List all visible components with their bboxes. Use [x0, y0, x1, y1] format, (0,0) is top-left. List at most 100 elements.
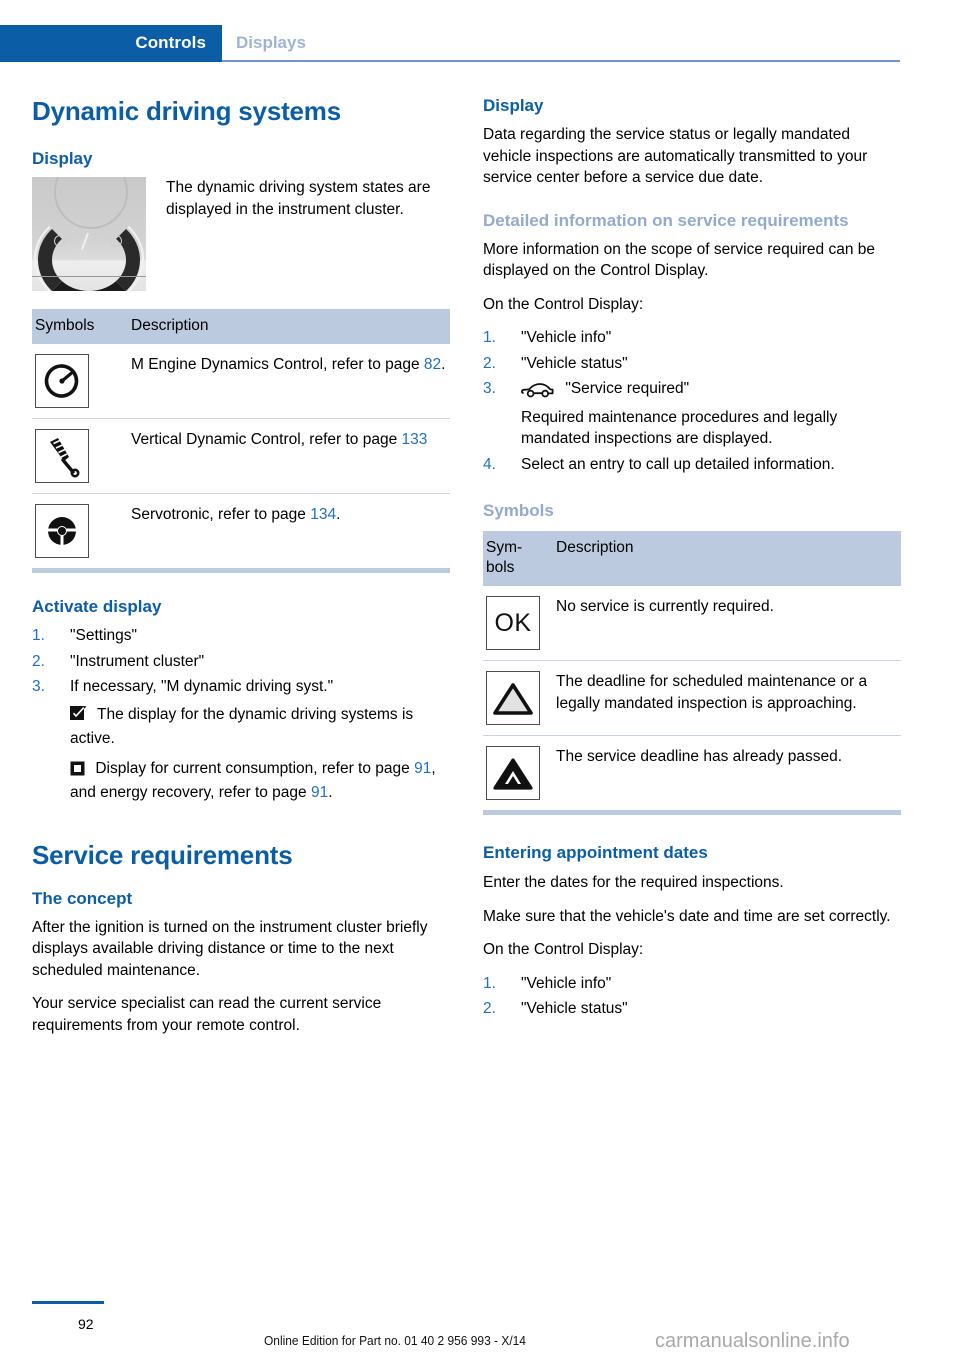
lead-control-display-2: On the Control Display:: [483, 941, 644, 958]
cell-description: Servotronic, refer to page 134.: [131, 494, 450, 569]
appointment-steps: 1. "Vehicle info" 2. "Vehicle status": [483, 973, 901, 1020]
mode-label-sport: Sport: [72, 255, 87, 261]
table-header-row: Symbols Description: [32, 309, 450, 344]
detailed-steps: 1. "Vehicle info" 2. "Vehicle status" 3.…: [483, 327, 901, 475]
table-row: OK No service is currently required.: [483, 586, 901, 661]
heading-activate-display: Activate display: [32, 597, 162, 616]
empty-box-icon-glyph: [70, 761, 85, 775]
mode-icon-left: [54, 235, 66, 247]
table-row: Vertical Dynamic Control, refer to page …: [32, 418, 450, 494]
paragraph-concept-1: After the ignition is turned on the inst…: [32, 918, 428, 979]
step-number: 3.: [32, 678, 45, 695]
list-item: 3. If necessary, "M dynamic driving syst…: [32, 676, 450, 698]
left-column: Dynamic driving systems Display Sport Th…: [32, 96, 450, 1048]
footer-divider: [32, 1301, 104, 1304]
list-item: 2. "Vehicle status": [483, 353, 901, 375]
lead-control-display-1: On the Control Display:: [483, 295, 644, 313]
list-item: 1. "Vehicle info": [483, 327, 901, 349]
step-text: "Service required": [565, 380, 690, 397]
mode-arc-highlight: [34, 211, 144, 291]
steering-wheel-icon-glyph: [46, 517, 78, 547]
cell-symbol: [32, 418, 131, 494]
triangle-outline-icon: [486, 671, 540, 725]
step-text: "Vehicle status": [521, 1000, 628, 1017]
paragraph-detailed: More information on the scope of service…: [483, 240, 876, 280]
list-item: 2. "Vehicle status": [483, 998, 901, 1020]
page-reference[interactable]: 134: [310, 506, 336, 523]
empty-box-icon: [70, 761, 85, 783]
step-number: 2.: [483, 1000, 496, 1017]
ok-icon: OK: [486, 596, 540, 650]
col-header-symbols: Sym- bols: [483, 531, 556, 586]
step-number: 1.: [483, 974, 496, 992]
symbols-table-service: Sym- bols Description OK No service is c…: [483, 531, 901, 810]
paragraph-appointment-1: Enter the dates for the required inspect…: [483, 874, 784, 891]
instrument-cluster-photo: Sport: [32, 177, 146, 291]
cell-symbol: [32, 494, 131, 569]
footer-edition-text: Online Edition for Part no. 01 40 2 956 …: [264, 1333, 526, 1348]
cell-symbol: [483, 736, 556, 811]
car-icon-glyph: [521, 383, 554, 398]
page-reference[interactable]: 133: [402, 431, 428, 448]
step-number: 4.: [483, 455, 496, 473]
note-checked-text: The display for the dynamic driving syst…: [70, 705, 414, 748]
section-title-service-requirements: Service requirements: [32, 839, 293, 870]
step-number: 2.: [483, 354, 496, 372]
heading-symbols: Symbols: [483, 501, 554, 520]
heading-display-left: Display: [32, 149, 93, 168]
table-header-row: Sym- bols Description: [483, 531, 901, 586]
cell-symbol: OK: [483, 586, 556, 661]
col-header-description: Description: [556, 531, 901, 586]
cell-description: M Engine Dynamics Control, refer to page…: [131, 344, 450, 419]
cell-symbol: [32, 344, 131, 419]
tab-controls[interactable]: Controls: [0, 25, 222, 62]
page-title: Dynamic driving systems: [32, 96, 341, 126]
symbols-table-dynamic-driving: Symbols Description M Engine Dynamics Co…: [32, 309, 450, 568]
note-unchecked: Display for current consumption, refer t…: [32, 758, 450, 804]
desc-text-after: .: [336, 506, 341, 523]
tab-displays[interactable]: Displays: [236, 33, 306, 53]
desc-text-before: Servotronic, refer to page: [131, 506, 311, 523]
table-row: The service deadline has already passed.: [483, 736, 901, 811]
step-text: If necessary, "M dynamic driving syst.": [70, 678, 334, 695]
page-reference[interactable]: 91: [311, 784, 328, 801]
list-item: 1. "Settings": [32, 625, 450, 647]
table-row: The deadline for scheduled maintenance o…: [483, 660, 901, 736]
cell-description: No service is currently required.: [556, 586, 901, 661]
shock-absorber-icon-glyph: [50, 438, 80, 478]
heading-entering-appointment-dates: Entering appointment dates: [483, 843, 708, 862]
triangle-filled-icon-glyph: [493, 758, 533, 790]
desc-text-after: .: [441, 356, 446, 373]
step-3-substep: Required maintenance procedures and lega…: [521, 408, 838, 448]
cell-description: Vertical Dynamic Control, refer to page …: [131, 418, 450, 494]
activate-display-steps: 1. "Settings" 2. "Instrument cluster" 3.…: [32, 625, 450, 698]
right-column: Display Data regarding the service statu…: [483, 96, 901, 1024]
desc-text-before: Vertical Dynamic Control, refer to page: [131, 431, 402, 448]
car-icon: [521, 382, 555, 405]
tab-controls-label: Controls: [135, 33, 206, 52]
cell-description: The deadline for scheduled maintenance o…: [556, 660, 901, 736]
page-reference[interactable]: 91: [414, 760, 431, 777]
list-item: 1. "Vehicle info": [483, 973, 901, 995]
triangle-filled-icon: [486, 746, 540, 800]
step-text: "Vehicle status": [521, 354, 628, 372]
step-number: 2.: [32, 652, 45, 670]
checked-box-icon: [70, 705, 87, 729]
figure-instrument-cluster: Sport The dynamic driving system states …: [32, 177, 450, 299]
page-header: Controls Displays: [0, 0, 960, 64]
list-item: 4. Select an entry to call up detailed i…: [483, 454, 901, 476]
cell-description: The service deadline has already passed.: [556, 748, 843, 765]
step-number: 3.: [483, 380, 496, 397]
col-header-description: Description: [131, 309, 450, 344]
note-checked: The display for the dynamic driving syst…: [32, 704, 450, 750]
step-number: 1.: [32, 627, 45, 644]
list-item: 3. "Service required" Required maintenan…: [483, 378, 901, 450]
page-reference[interactable]: 82: [424, 356, 441, 373]
note-text-before: Display for current consumption, refer t…: [95, 759, 415, 777]
step-text: "Vehicle info": [521, 974, 612, 992]
gauge-icon: [35, 354, 89, 408]
figure-caption: The dynamic driving system states are di…: [166, 179, 431, 218]
step-text: "Vehicle info": [521, 329, 612, 346]
shock-absorber-icon: [35, 429, 89, 483]
paragraph-display: Data regarding the service status or leg…: [483, 126, 868, 186]
